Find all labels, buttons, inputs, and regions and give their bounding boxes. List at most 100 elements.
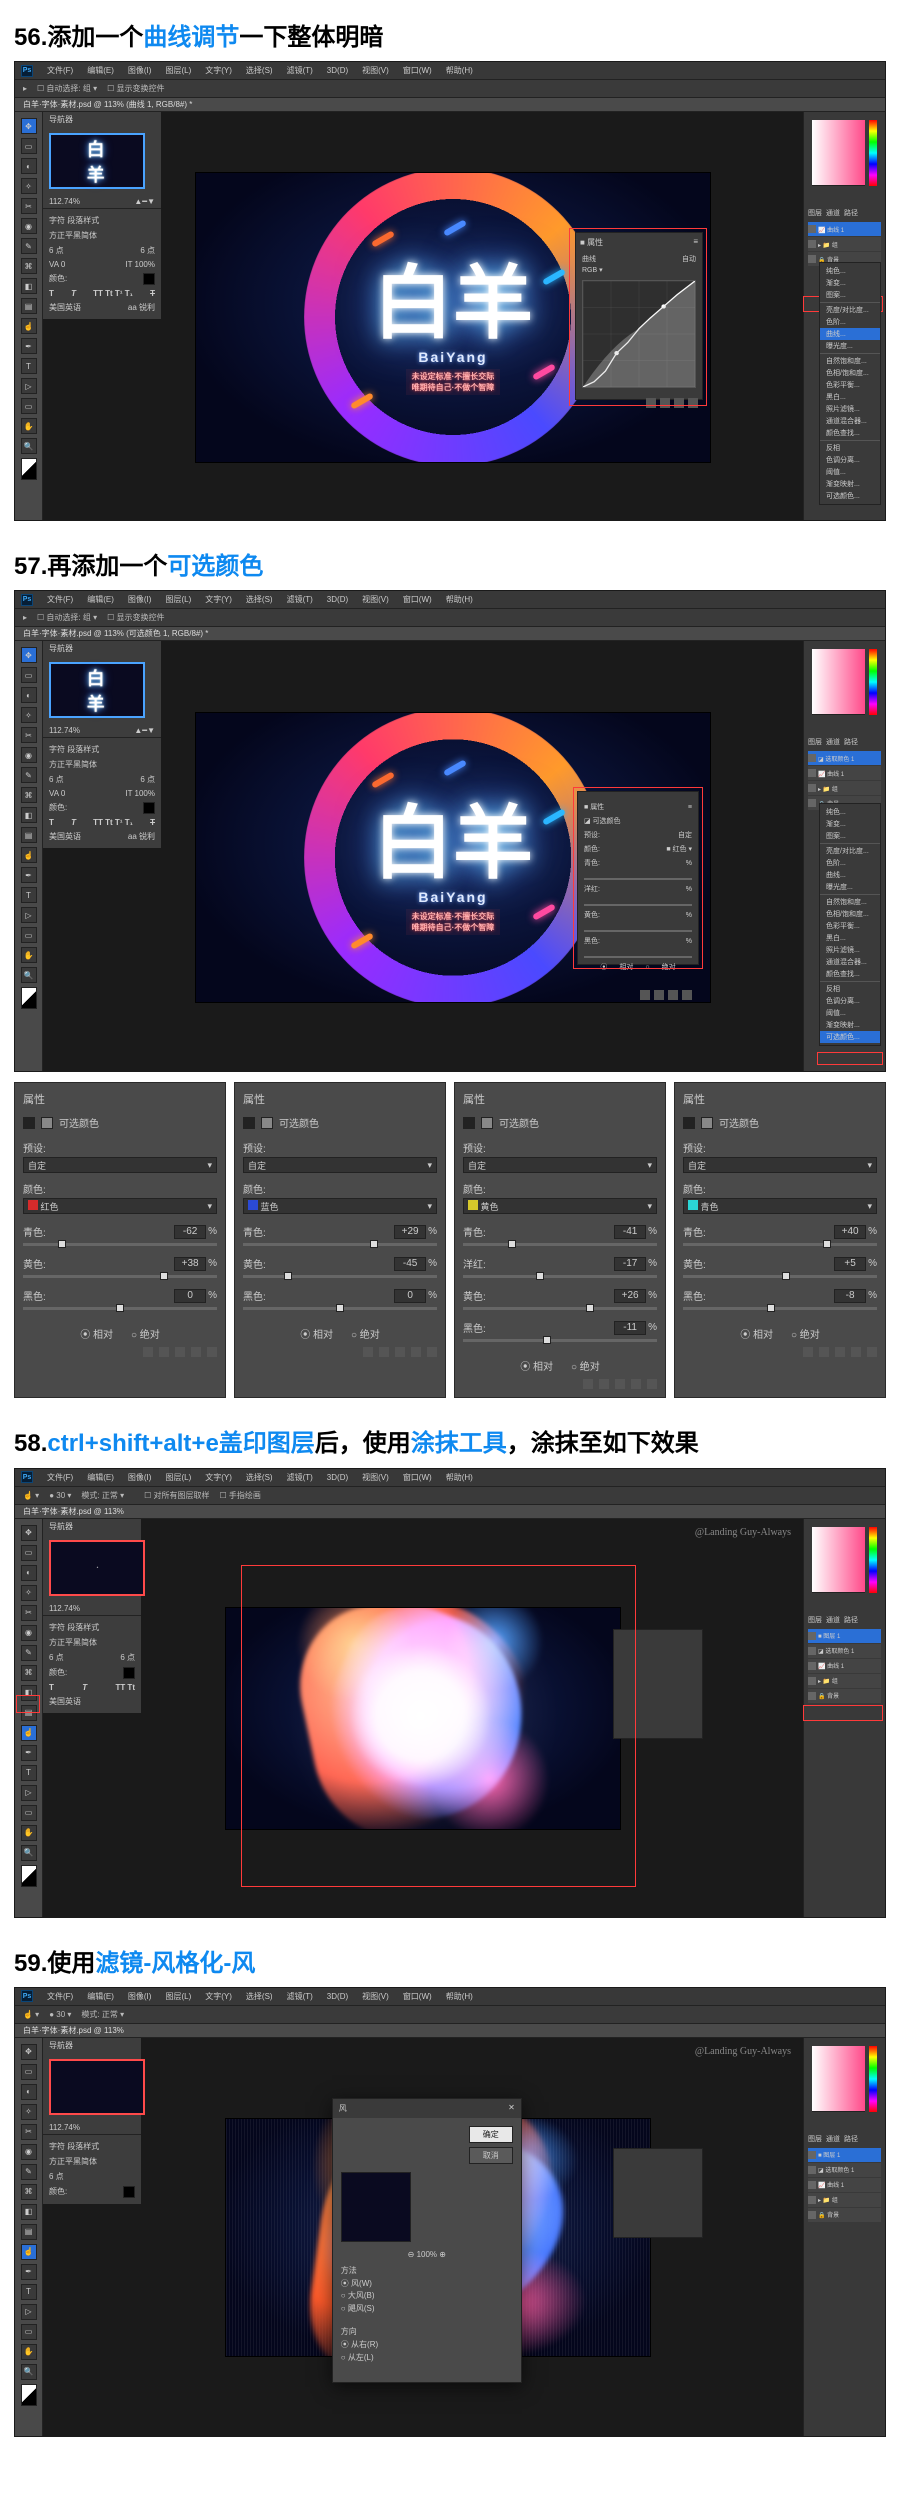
menu-view[interactable]: 视图(V) [362, 65, 389, 76]
navigator-thumb[interactable]: 白羊 [49, 662, 145, 718]
wand-tool[interactable]: ✧ [21, 178, 37, 194]
menu-select[interactable]: 选择(S) [246, 65, 273, 76]
reset-icon[interactable] [835, 1347, 845, 1357]
type-tool[interactable]: T [21, 358, 37, 374]
ctx-exposure[interactable]: 曝光度... [820, 340, 880, 352]
brush-tool[interactable]: ✎ [21, 238, 37, 254]
layers-tab[interactable]: 图层 [808, 208, 822, 218]
move-tool[interactable]: ✥ [21, 118, 37, 134]
move-tool[interactable]: ✥ [21, 647, 37, 663]
eye-icon[interactable] [851, 1347, 861, 1357]
eyedropper-tool[interactable]: ◉ [21, 218, 37, 234]
reset-icon[interactable] [615, 1379, 625, 1389]
document-tab[interactable]: 白羊·字体·素材.psd @ 113% (可选颜色 1, RGB/8#) * [15, 627, 885, 641]
eye-icon[interactable] [631, 1379, 641, 1389]
radio-relative[interactable]: ⦿ 相对 [520, 1358, 553, 1373]
preset-select[interactable]: 自定▾ [463, 1157, 657, 1173]
eye-icon[interactable] [411, 1347, 421, 1357]
paths-tab[interactable]: 路径 [844, 208, 858, 218]
layer-curves[interactable]: 📈 曲线 1 [808, 766, 881, 780]
ctx-vibrance[interactable]: 自然饱和度... [820, 355, 880, 367]
radio-stagger[interactable]: ○ 飓风(S) [341, 2303, 513, 2316]
layer-stamped[interactable]: ■ 图层 1 [808, 1629, 881, 1643]
radio-from-left[interactable]: ○ 从左(L) [341, 2352, 513, 2365]
ctx-selcolor[interactable]: 可选颜色... [820, 490, 880, 502]
preset-select[interactable]: 自定▾ [23, 1157, 217, 1173]
color-select[interactable]: 红色▾ [23, 1198, 217, 1214]
ctx-hue[interactable]: 色相/饱和度... [820, 367, 880, 379]
layer-selcolor[interactable]: ◪ 选取颜色 1 [808, 751, 881, 765]
radio-absolute[interactable]: ○ 绝对 [791, 1326, 820, 1341]
ctx-gradmap[interactable]: 渐变映射... [820, 478, 880, 490]
marquee-tool[interactable]: ▭ [21, 138, 37, 154]
ctx-invert[interactable]: 反相 [820, 442, 880, 454]
zoom-pct[interactable]: 112.74% [49, 197, 80, 206]
radio-relative[interactable]: ⦿ 相对 [80, 1326, 113, 1341]
ctx-curves[interactable]: 曲线... [820, 328, 880, 340]
ctx-pattern[interactable]: 图案... [820, 289, 880, 301]
layer-curves[interactable]: 📈 曲线 1 [808, 222, 881, 236]
radio-absolute[interactable]: ○ 绝对 [131, 1326, 160, 1341]
fg-bg-swatch[interactable] [21, 458, 37, 480]
font-select[interactable]: 方正平黑简体 [49, 230, 97, 241]
color-select[interactable]: 青色▾ [683, 1198, 877, 1214]
clip-icon[interactable] [143, 1347, 153, 1357]
trash-icon[interactable] [867, 1347, 877, 1357]
crop-tool[interactable]: ✂ [21, 198, 37, 214]
radio-blast[interactable]: ○ 大风(B) [341, 2290, 513, 2303]
ctx-selcolor-hl[interactable]: 可选颜色... [820, 1031, 880, 1043]
radio-absolute[interactable]: ○ 绝对 [571, 1358, 600, 1373]
reset-icon[interactable] [395, 1347, 405, 1357]
radio-absolute[interactable]: ○ 绝对 [351, 1326, 380, 1341]
close-icon[interactable]: ✕ [508, 2103, 515, 2114]
reset-icon[interactable] [175, 1347, 185, 1357]
ctx-posterize[interactable]: 色调分离... [820, 454, 880, 466]
document-tab[interactable]: 白羊·字体·素材.psd @ 113% (曲线 1, RGB/8#) * [15, 98, 885, 112]
ctx-channelmixer[interactable]: 通道混合器... [820, 415, 880, 427]
menu-help[interactable]: 帮助(H) [446, 65, 473, 76]
ctx-colorbalance[interactable]: 色彩平衡... [820, 379, 880, 391]
smudge-tool[interactable]: ☝ [21, 318, 37, 334]
ctx-photofilter[interactable]: 照片滤镜... [820, 403, 880, 415]
path-tool[interactable]: ▷ [21, 378, 37, 394]
hand-tool[interactable]: ✋ [21, 418, 37, 434]
smudge-tool[interactable]: ☝ [21, 1725, 37, 1741]
menu-type[interactable]: 文字(Y) [205, 65, 232, 76]
eye-icon[interactable] [191, 1347, 201, 1357]
menu-image[interactable]: 图像(I) [128, 65, 152, 76]
ctx-brightness[interactable]: 亮度/对比度... [820, 304, 880, 316]
color-picker[interactable] [812, 120, 865, 186]
clip-icon[interactable] [363, 1347, 373, 1357]
navigator-thumb[interactable] [49, 2059, 145, 2115]
menu-file[interactable]: 文件(F) [47, 65, 73, 76]
preset-select[interactable]: 自定▾ [243, 1157, 437, 1173]
channels-tab[interactable]: 通道 [826, 208, 840, 218]
preset-select[interactable]: 自定▾ [683, 1157, 877, 1173]
ctx-solid[interactable]: 纯色... [820, 265, 880, 277]
shape-tool[interactable]: ▭ [21, 398, 37, 414]
prev-icon[interactable] [159, 1347, 169, 1357]
clip-icon[interactable] [803, 1347, 813, 1357]
ok-button[interactable]: 确定 [469, 2126, 513, 2143]
radio-wind[interactable]: ⦿ 风(W) [341, 2278, 513, 2291]
color-select[interactable]: 蓝色▾ [243, 1198, 437, 1214]
layer-group[interactable]: ▸ 📁 组 [808, 781, 881, 795]
zoom-tool[interactable]: 🔍 [21, 438, 37, 454]
gradient-tool[interactable]: ▤ [21, 298, 37, 314]
color-picker[interactable] [812, 649, 865, 715]
ctx-bw[interactable]: 黑白... [820, 391, 880, 403]
navigator-thumb[interactable]: 白羊 [49, 133, 145, 189]
trash-icon[interactable] [647, 1379, 657, 1389]
prev-icon[interactable] [379, 1347, 389, 1357]
document-tab[interactable]: 白羊·字体·素材.psd @ 113% [15, 1505, 885, 1519]
layer-group[interactable]: ▸ 📁 组 [808, 237, 881, 251]
menu-window[interactable]: 窗口(W) [403, 65, 432, 76]
eraser-tool[interactable]: ◧ [21, 278, 37, 294]
ctx-gradient[interactable]: 渐变... [820, 277, 880, 289]
pen-tool[interactable]: ✒ [21, 338, 37, 354]
prev-icon[interactable] [819, 1347, 829, 1357]
stamp-tool[interactable]: ⌘ [21, 258, 37, 274]
trash-icon[interactable] [207, 1347, 217, 1357]
radio-from-right[interactable]: ⦿ 从右(R) [341, 2339, 513, 2352]
menu-filter[interactable]: 滤镜(T) [287, 65, 313, 76]
